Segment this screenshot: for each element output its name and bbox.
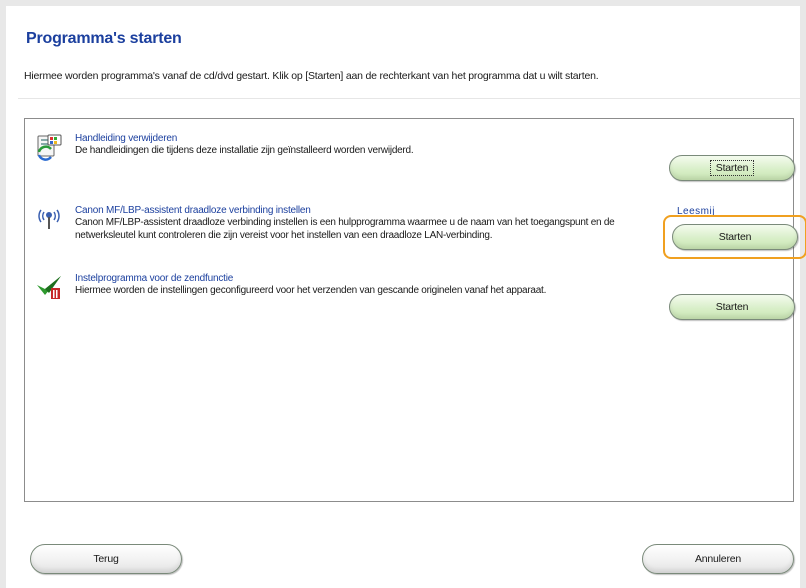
- program-description: Canon MF/LBP-assistent draadloze verbind…: [75, 217, 615, 241]
- start-button-wireless-assistant[interactable]: Starten: [672, 224, 798, 250]
- cancel-button-label: Annuleren: [694, 553, 742, 565]
- cancel-button[interactable]: Annuleren: [642, 544, 794, 574]
- program-description: De handleidingen die tijdens deze instal…: [75, 145, 414, 156]
- program-title[interactable]: Instelprogramma voor de zendfunctie: [75, 273, 233, 284]
- start-button-label: Starten: [709, 160, 755, 176]
- program-title[interactable]: Handleiding verwijderen: [75, 133, 177, 144]
- start-button-send-setup[interactable]: Starten: [669, 294, 795, 320]
- start-button-label: Starten: [718, 231, 752, 243]
- start-button-label: Starten: [715, 301, 749, 313]
- start-button-uninstall-manual[interactable]: Starten: [669, 155, 795, 181]
- uninstall-manual-icon: [35, 133, 63, 161]
- installer-window: Programma's starten Hiermee worden progr…: [0, 0, 806, 588]
- page-description: Hiermee worden programma's vanaf de cd/d…: [24, 70, 599, 82]
- header-divider: [18, 98, 800, 99]
- back-button[interactable]: Terug: [30, 544, 182, 574]
- page-title: Programma's starten: [26, 30, 182, 47]
- program-title[interactable]: Canon MF/LBP-assistent draadloze verbind…: [75, 205, 311, 216]
- wireless-antenna-icon: [35, 205, 63, 233]
- program-description: Hiermee worden de instellingen geconfigu…: [75, 285, 547, 296]
- send-setup-icon: [35, 273, 63, 301]
- back-button-label: Terug: [93, 553, 119, 565]
- program-list-panel: Handleiding verwijderen De handleidingen…: [24, 118, 806, 502]
